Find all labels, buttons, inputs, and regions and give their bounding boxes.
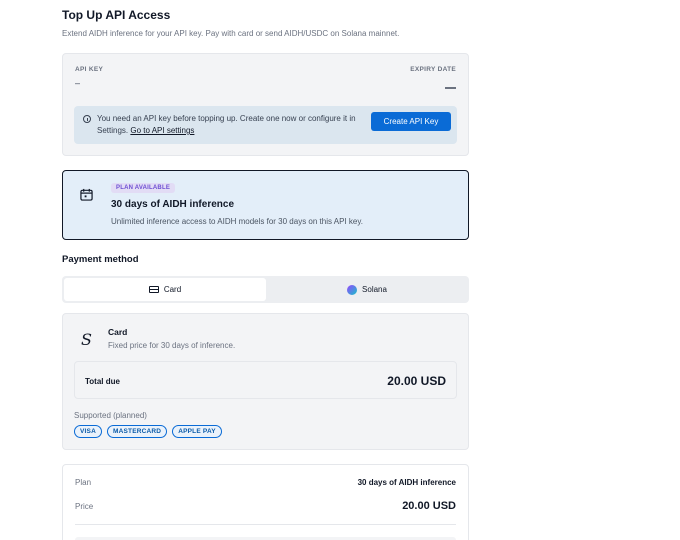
card-payment-panel: S Card Fixed price for 30 days of infere… bbox=[62, 313, 469, 450]
apple-pay-chip: APPLE PAY bbox=[172, 425, 222, 438]
mastercard-chip: MASTERCARD bbox=[106, 425, 168, 438]
summary-price-value: 20.00 USD bbox=[402, 500, 456, 512]
plan-title: 30 days of AIDH inference bbox=[111, 199, 235, 210]
summary-plan-value: 30 days of AIDH inference bbox=[357, 478, 456, 487]
expiry-date-label: EXPIRY DATE bbox=[410, 66, 456, 73]
solana-icon bbox=[347, 284, 358, 295]
plan-description: Unlimited inference access to AIDH model… bbox=[111, 217, 363, 226]
order-summary: Plan 30 days of AIDH inference Price 20.… bbox=[62, 464, 469, 540]
summary-plan-label: Plan bbox=[75, 478, 92, 487]
supported-label: Supported (planned) bbox=[74, 411, 147, 420]
total-due-box: Total due 20.00 USD bbox=[74, 361, 457, 399]
tab-solana[interactable]: Solana bbox=[266, 278, 468, 301]
summary-divider bbox=[75, 524, 456, 525]
api-key-notice: You need an API key before topping up. C… bbox=[74, 106, 457, 144]
summary-plan-row: Plan 30 days of AIDH inference bbox=[75, 478, 456, 487]
summary-price-row: Price 20.00 USD bbox=[75, 500, 456, 512]
page-subtitle: Extend AIDH inference for your API key. … bbox=[62, 29, 400, 38]
payment-method-heading: Payment method bbox=[62, 254, 139, 265]
info-icon bbox=[83, 115, 91, 123]
card-panel-title: Card bbox=[108, 327, 128, 337]
credit-card-icon bbox=[148, 286, 159, 293]
api-key-box: API KEY – EXPIRY DATE You need an API ke… bbox=[62, 53, 469, 156]
calendar-icon bbox=[80, 188, 93, 201]
notice-text: You need an API key before topping up. C… bbox=[97, 113, 367, 137]
api-settings-link[interactable]: Go to API settings bbox=[130, 126, 194, 135]
api-key-value: – bbox=[75, 78, 81, 88]
tab-card-label: Card bbox=[163, 285, 182, 294]
summary-price-label: Price bbox=[75, 501, 94, 511]
stripe-s-icon: S bbox=[81, 330, 92, 349]
card-panel-description: Fixed price for 30 days of inference. bbox=[108, 341, 236, 350]
supported-methods: VISA MASTERCARD APPLE PAY bbox=[74, 425, 222, 438]
plan-available-badge: PLAN AVAILABLE bbox=[111, 183, 176, 193]
expiry-date-placeholder bbox=[445, 87, 456, 89]
create-api-key-button[interactable]: Create API Key bbox=[371, 112, 451, 131]
tab-card[interactable]: Card bbox=[64, 278, 266, 301]
total-due-label: Total due bbox=[85, 377, 120, 386]
visa-chip: VISA bbox=[74, 425, 102, 438]
api-key-label: API KEY bbox=[75, 66, 104, 73]
plan-card[interactable]: PLAN AVAILABLE 30 days of AIDH inference… bbox=[62, 170, 469, 240]
total-due-value: 20.00 USD bbox=[387, 374, 446, 388]
payment-method-tabs: Card Solana bbox=[62, 276, 469, 303]
tab-solana-label: Solana bbox=[362, 285, 387, 294]
page-title: Top Up API Access bbox=[62, 8, 171, 22]
